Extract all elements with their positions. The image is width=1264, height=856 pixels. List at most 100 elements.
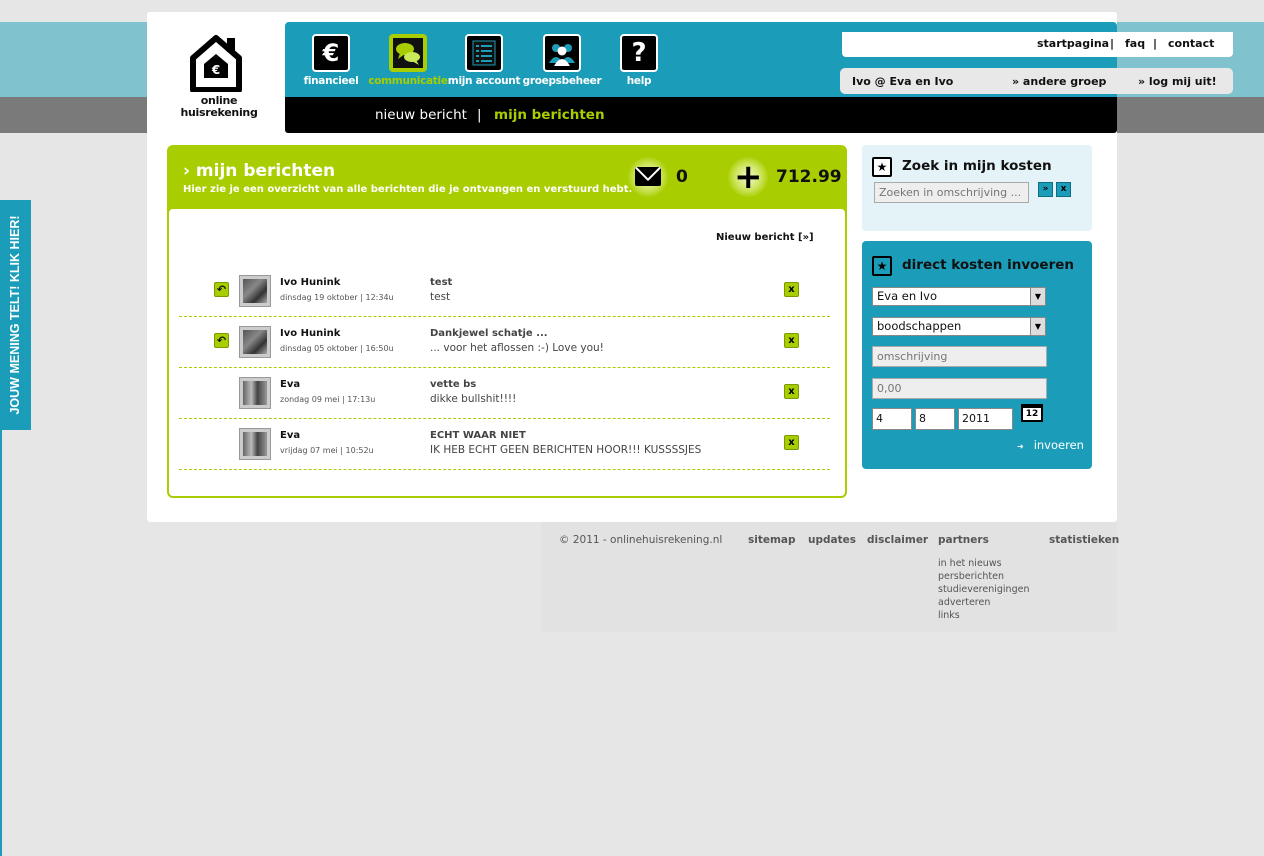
costs-box-title: direct kosten invoeren	[902, 257, 1074, 273]
footer-link-statistieken[interactable]: statistieken	[1049, 534, 1119, 546]
current-user-group: Ivo @ Eva en Ivo	[852, 75, 954, 88]
day-input[interactable]: 4	[872, 408, 912, 430]
nav-item-financieel[interactable]: € financieel	[291, 34, 371, 87]
arrow-right-icon: ➜	[1017, 442, 1024, 451]
envelope-icon[interactable]	[635, 167, 661, 186]
group-select[interactable]: Eva en Ivo ▼	[872, 287, 1046, 306]
category-select[interactable]: boodschappen ▼	[872, 317, 1046, 336]
message-sender[interactable]: Eva	[280, 379, 300, 390]
message-sender[interactable]: Ivo Hunink	[280, 328, 340, 339]
new-message-link[interactable]: Nieuw bericht [»]	[716, 232, 814, 243]
message-row[interactable]: ↶ Ivo Hunink dinsdag 19 oktober | 12:34u…	[179, 266, 830, 317]
star-icon: ★	[872, 157, 892, 177]
reply-icon[interactable]: ↶	[214, 333, 229, 348]
message-row[interactable]: ↶ Ivo Hunink dinsdag 05 oktober | 16:50u…	[179, 317, 830, 368]
message-row[interactable]: Eva zondag 09 mei | 17:13u vette bs dikk…	[179, 368, 830, 419]
search-go-button[interactable]: »	[1038, 182, 1053, 197]
message-subject[interactable]: vette bs	[430, 379, 476, 390]
message-date: dinsdag 19 oktober | 12:34u	[280, 293, 394, 302]
euro-glyph: €	[322, 39, 340, 67]
account-list-svg	[472, 40, 496, 66]
nav-item-groepsbeheer[interactable]: groepsbeheer	[522, 34, 602, 87]
message-count: 0	[676, 167, 688, 187]
star-icon: ★	[872, 256, 892, 276]
message-subject[interactable]: Dankjewel schatje ...	[430, 328, 548, 339]
nav-label-groepsbeheer: groepsbeheer	[522, 75, 602, 87]
question-glyph: ?	[631, 38, 647, 68]
sub-navigation: nieuw bericht | mijn berichten	[285, 97, 1117, 133]
euro-icon: €	[312, 34, 350, 72]
delete-icon[interactable]: x	[784, 333, 799, 348]
page-subtitle: Hier zie je een overzicht van alle beric…	[183, 184, 633, 195]
month-input[interactable]: 8	[915, 408, 955, 430]
footer-link-disclaimer[interactable]: disclaimer	[867, 534, 928, 546]
amount-input[interactable]	[872, 378, 1047, 399]
submit-costs-button[interactable]: ➜ invoeren	[1017, 438, 1084, 452]
link-startpagina[interactable]: startpagina	[1037, 37, 1109, 50]
delete-icon[interactable]: x	[784, 435, 799, 450]
nav-label-help: help	[626, 75, 652, 87]
nav-item-help[interactable]: ? help	[599, 34, 679, 87]
message-preview: IK HEB ECHT GEEN BERICHTEN HOOR!!! KUSSS…	[430, 444, 702, 456]
partner-link-adverteren[interactable]: adverteren	[938, 597, 990, 608]
message-subject[interactable]: ECHT WAAR NIET	[430, 430, 526, 441]
delete-icon[interactable]: x	[784, 282, 799, 297]
nav-label-communicatie: communicatie	[368, 75, 448, 87]
message-preview: test	[430, 291, 451, 303]
partner-link-studieverenigingen[interactable]: studieverenigingen	[938, 584, 1029, 595]
message-date: vrijdag 07 mei | 10:52u	[280, 446, 374, 455]
feedback-tab-line	[0, 430, 2, 856]
nav-item-communicatie[interactable]: communicatie	[368, 34, 448, 87]
link-contact[interactable]: contact	[1168, 37, 1214, 50]
subnav-sep: |	[477, 107, 482, 123]
logo-text: online huisrekening	[169, 95, 269, 119]
feedback-side-tab[interactable]: JOUW MENING TELT! KLIK HIER!	[0, 200, 31, 430]
delete-icon[interactable]: x	[784, 384, 799, 399]
speech-bubbles-icon	[389, 34, 427, 72]
footer-link-sitemap[interactable]: sitemap	[748, 534, 796, 546]
search-clear-button[interactable]: x	[1056, 182, 1071, 197]
partner-link-nieuws[interactable]: in het nieuws	[938, 558, 1002, 569]
message-row[interactable]: Eva vrijdag 07 mei | 10:52u ECHT WAAR NI…	[179, 419, 830, 470]
speech-bubbles-svg	[393, 38, 423, 68]
footer-link-updates[interactable]: updates	[808, 534, 856, 546]
messages-list-panel: Nieuw bericht [»] ↶ Ivo Hunink dinsdag 1…	[167, 207, 847, 498]
search-costs-box: ★ Zoek in mijn kosten » x	[862, 145, 1092, 231]
partner-link-persberichten[interactable]: persberichten	[938, 571, 1004, 582]
toplinks-sep-1: |	[1110, 37, 1115, 50]
avatar	[239, 377, 271, 409]
reply-icon[interactable]: ↶	[214, 282, 229, 297]
footer-link-partners[interactable]: partners	[938, 534, 989, 546]
user-bar: Ivo @ Eva en Ivo » andere groep » log mi…	[840, 68, 1233, 94]
subnav-mijn-berichten[interactable]: mijn berichten	[494, 107, 605, 123]
nav-item-mijn-account[interactable]: mijn account	[444, 34, 524, 87]
message-sender[interactable]: Eva	[280, 430, 300, 441]
submit-label: invoeren	[1033, 438, 1084, 452]
category-select-value: boodschappen	[877, 319, 962, 333]
link-log-mij-uit[interactable]: » log mij uit!	[1138, 75, 1217, 88]
subnav-nieuw-bericht[interactable]: nieuw bericht	[375, 107, 467, 123]
logo-line2: huisrekening	[180, 106, 258, 119]
avatar	[239, 326, 271, 358]
group-icon	[543, 34, 581, 72]
link-faq[interactable]: faq	[1125, 37, 1145, 50]
year-input[interactable]: 2011	[958, 408, 1013, 430]
message-sender[interactable]: Ivo Hunink	[280, 277, 340, 288]
calendar-icon[interactable]: 12	[1021, 404, 1043, 422]
question-icon: ?	[620, 34, 658, 72]
house-logo-icon: €	[190, 35, 242, 92]
chevron-down-icon: ▼	[1030, 318, 1045, 335]
account-list-icon	[465, 34, 503, 72]
feedback-tab-label: JOUW MENING TELT! KLIK HIER!	[8, 215, 22, 415]
partner-link-links[interactable]: links	[938, 610, 960, 621]
search-input[interactable]	[874, 182, 1029, 203]
nav-label-financieel: financieel	[303, 75, 359, 87]
footer: © 2011 - onlinehuisrekening.nl sitemap u…	[541, 522, 1119, 632]
plus-icon[interactable]: +	[734, 160, 763, 194]
svg-text:€: €	[211, 63, 220, 77]
site-logo[interactable]: € online huisrekening	[169, 30, 259, 130]
message-subject[interactable]: test	[430, 277, 452, 288]
description-input[interactable]	[872, 346, 1047, 367]
messages-header: › mijn berichten Hier zie je een overzic…	[167, 145, 847, 215]
link-andere-groep[interactable]: » andere groep	[1012, 75, 1106, 88]
